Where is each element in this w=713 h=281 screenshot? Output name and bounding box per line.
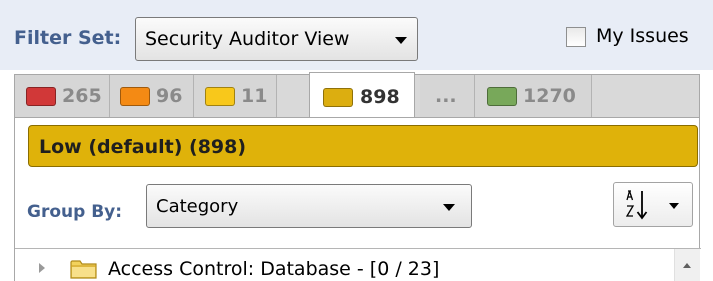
tab-info-count: 1270 [523,85,576,107]
group-by-label: Group By: [27,202,123,222]
issues-panel: Filter Set: Security Auditor View My Iss… [0,0,713,281]
expand-arrow-icon[interactable] [39,263,45,273]
low-swatch-icon [323,88,353,107]
tab-low-count: 898 [360,86,400,108]
group-by-dropdown[interactable]: Category [146,184,472,228]
filter-set-value: Security Auditor View [145,28,350,50]
severity-tab-strip: 265 96 11 898 ... 1270 [14,72,700,118]
tree-item[interactable]: Access Control: Database - [0 / 23] [15,249,701,281]
chevron-down-icon [395,37,407,44]
tab-critical-count: 265 [62,85,102,107]
tab-info[interactable]: 1270 [475,75,592,117]
tree-item-label: Access Control: Database - [0 / 23] [108,258,440,280]
severity-title: Low (default) (898) [39,136,247,158]
tab-high[interactable]: 96 [110,75,194,117]
filter-set-label: Filter Set: [14,27,122,49]
folder-icon [70,260,97,279]
tab-medium-count: 11 [241,85,268,107]
my-issues-checkbox[interactable] [566,27,586,47]
my-issues-label[interactable]: My Issues [596,25,689,47]
medium-swatch-icon [205,87,235,106]
scroll-up-icon[interactable] [683,263,691,268]
filter-set-dropdown[interactable]: Security Auditor View [135,17,418,61]
severity-banner: Low (default) (898) [28,125,698,167]
filter-bar: Filter Set: Security Auditor View My Iss… [0,0,713,70]
tab-high-count: 96 [156,85,183,107]
critical-swatch-icon [26,87,56,106]
group-by-value: Category [156,196,239,217]
chevron-down-icon [443,204,455,211]
tab-more[interactable]: ... [420,75,475,117]
sort-button[interactable] [613,182,693,227]
issues-content: Low (default) (898) Group By: Category A… [14,117,701,281]
chevron-down-icon [669,203,679,209]
sort-az-icon [626,190,648,220]
tab-low[interactable]: 898 [309,72,415,118]
info-swatch-icon [487,87,517,106]
tab-more-label: ... [435,85,457,107]
high-swatch-icon [120,87,150,106]
tab-medium[interactable]: 11 [194,75,277,117]
tab-critical[interactable]: 265 [15,75,110,117]
vertical-scrollbar[interactable] [674,249,700,281]
